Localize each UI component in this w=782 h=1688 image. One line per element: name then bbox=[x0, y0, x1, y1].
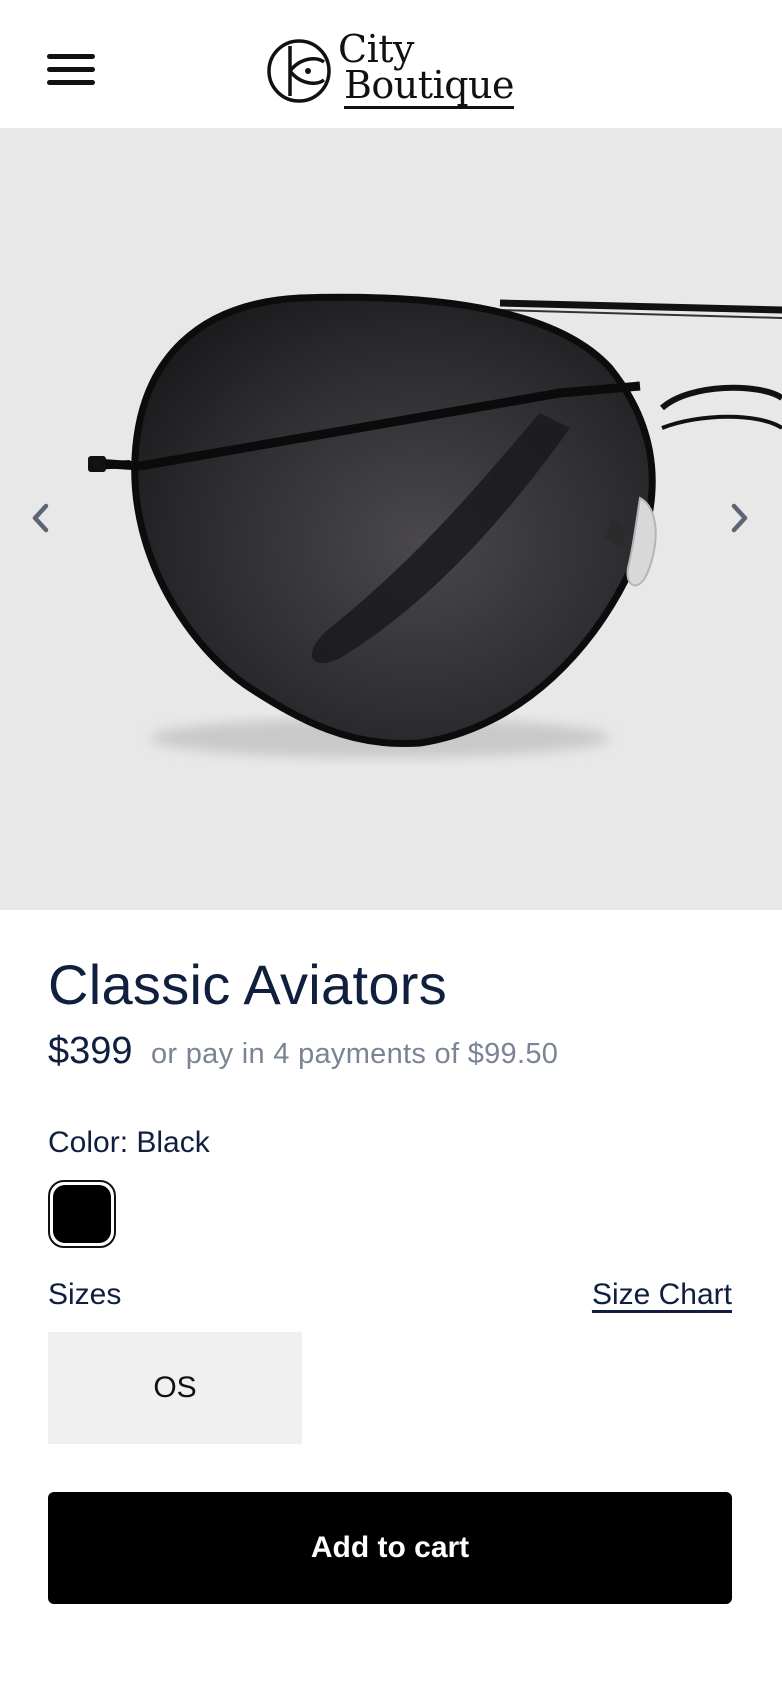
size-option-os[interactable]: OS bbox=[48, 1332, 302, 1444]
sizes-label: Sizes bbox=[48, 1278, 122, 1311]
color-label: Color: Black bbox=[48, 1126, 210, 1159]
color-swatch-black[interactable] bbox=[48, 1180, 116, 1248]
menu-bar bbox=[47, 54, 95, 59]
product-title: Classic Aviators bbox=[48, 953, 448, 1016]
hamburger-menu-icon[interactable] bbox=[44, 50, 98, 90]
previous-image-button[interactable] bbox=[18, 488, 62, 548]
add-to-cart-button[interactable]: Add to cart bbox=[48, 1492, 732, 1604]
chevron-left-icon bbox=[32, 503, 49, 533]
size-chart-link[interactable]: Size Chart bbox=[592, 1278, 732, 1312]
product-image bbox=[88, 293, 782, 758]
installment-text: or pay in 4 payments of $99.50 bbox=[151, 1038, 559, 1070]
site-header: City Boutique bbox=[0, 0, 782, 128]
logo-line-boutique: Boutique bbox=[344, 63, 515, 109]
logo-mark-icon bbox=[267, 39, 331, 103]
product-price: $399 bbox=[48, 1030, 133, 1072]
product-image-gallery[interactable] bbox=[0, 128, 782, 910]
next-image-button[interactable] bbox=[718, 488, 762, 548]
chevron-right-icon bbox=[731, 503, 748, 533]
brand-logo[interactable]: City Boutique bbox=[266, 30, 516, 114]
menu-bar bbox=[47, 80, 95, 85]
menu-bar bbox=[47, 67, 95, 72]
price-row: $399 or pay in 4 payments of $99.50 bbox=[48, 1030, 558, 1073]
swatch-fill bbox=[53, 1185, 111, 1243]
